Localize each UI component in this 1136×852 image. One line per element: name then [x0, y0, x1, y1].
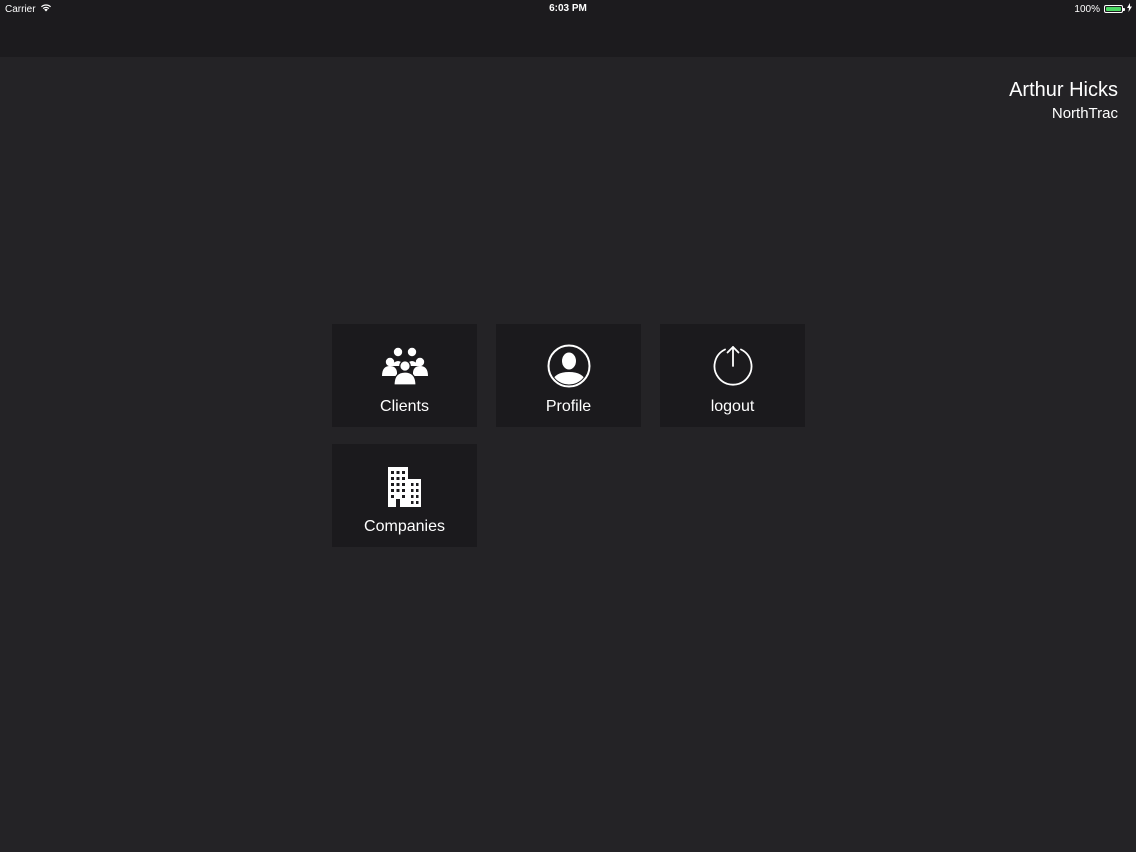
power-icon [710, 344, 756, 388]
profile-tile[interactable]: Profile [496, 324, 641, 427]
status-right: 100% [1074, 3, 1132, 15]
battery-icon [1104, 5, 1125, 13]
user-circle-icon [546, 344, 592, 388]
logout-label: logout [710, 398, 755, 415]
group-icon [381, 344, 428, 388]
status-bar: Carrier 6:03 PM 100% [0, 0, 1136, 18]
buildings-icon [382, 464, 428, 508]
charging-icon [1127, 3, 1132, 15]
logout-tile[interactable]: logout [660, 324, 805, 427]
battery-fill [1106, 7, 1121, 11]
companies-label: Companies [364, 518, 445, 535]
user-name: Arthur Hicks [1009, 79, 1118, 101]
user-company: NorthTrac [1051, 105, 1118, 122]
companies-tile[interactable]: Companies [332, 444, 477, 547]
clients-label: Clients [380, 398, 429, 415]
status-time: 6:03 PM [549, 3, 587, 14]
user-info: Arthur Hicks NorthTrac [1009, 78, 1118, 126]
battery-percent: 100% [1074, 3, 1100, 15]
profile-label: Profile [545, 398, 592, 415]
clients-tile[interactable]: Clients [332, 324, 477, 427]
app-screen: Carrier 6:03 PM 100% Arthur Hicks NorthT… [0, 0, 1136, 852]
